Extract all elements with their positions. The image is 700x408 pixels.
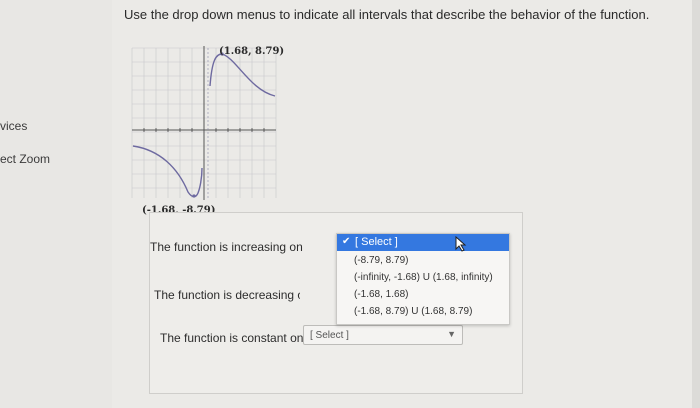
question-prompt: Use the drop down menus to indicate all …	[124, 7, 650, 22]
max-point-label: (1.68, 8.79)	[219, 46, 285, 57]
question-card: Use the drop down menus to indicate all …	[112, 0, 692, 408]
constant-select-value: [ Select ]	[310, 330, 349, 341]
left-sidebar: vices ect Zoom	[0, 0, 112, 408]
mouse-cursor-icon	[455, 236, 467, 252]
increasing-dropdown-menu[interactable]: ✔ [ Select ] (-8.79, 8.79) (-infinity, -…	[336, 233, 510, 325]
curve-left-branch	[132, 145, 203, 198]
decreasing-label: The function is decreasing on	[154, 288, 300, 302]
constant-select[interactable]: [ Select ] ▼	[303, 325, 463, 345]
chevron-down-icon: ▼	[447, 329, 456, 339]
check-icon: ✔	[342, 236, 351, 247]
sidebar-item-services[interactable]: vices	[0, 119, 27, 133]
increasing-label: The function is increasing on	[150, 240, 303, 254]
dropdown-option[interactable]: (-infinity, -1.68) U (1.68, infinity)	[354, 272, 493, 283]
dropdown-option-select[interactable]: ✔ [ Select ]	[337, 234, 509, 251]
graph-canvas	[131, 46, 277, 200]
dropdown-option[interactable]: (-1.68, 1.68)	[354, 289, 408, 300]
min-point-marker	[192, 194, 196, 198]
function-graph: (1.68, 8.79) (-1.68, -8.79)	[130, 38, 300, 216]
dropdown-option[interactable]: (-1.68, 8.79) U (1.68, 8.79)	[354, 306, 472, 317]
curve-right-branch	[209, 53, 276, 97]
dropdown-option[interactable]: (-8.79, 8.79)	[354, 255, 408, 266]
sidebar-item-zoom[interactable]: ect Zoom	[0, 152, 50, 166]
constant-label: The function is constant on	[160, 331, 304, 345]
